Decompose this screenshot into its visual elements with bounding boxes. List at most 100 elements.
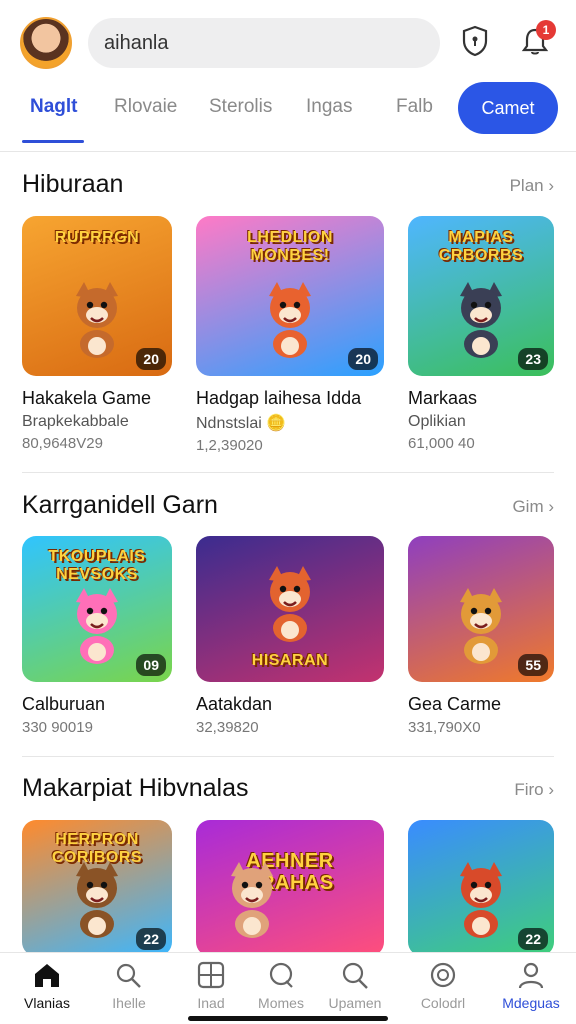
section-more-3[interactable]: Firo ›: [514, 780, 554, 800]
game-thumbnail: HISARAN: [196, 536, 384, 682]
nav-label: Ihelle: [112, 995, 146, 1011]
section-more-1[interactable]: Plan ›: [510, 176, 554, 196]
category-tabs: Naglt Rlovaie Sterolis Ingas Falb Camet: [0, 82, 576, 152]
section-title-3: Makarpiat Hibvnalas: [22, 774, 249, 802]
grid-icon: [197, 961, 225, 989]
game-card[interactable]: TKOUPLAIS NEVSOKS 09 Calburuan 330 90019: [22, 536, 172, 736]
game-count: 1,2,39020: [196, 437, 263, 454]
nav-home[interactable]: Vlanias: [6, 961, 88, 1011]
mascot-art: [446, 586, 516, 664]
app-screen: aihanla 1 Naglt Rlovaie Sterolis Ingas F…: [0, 0, 576, 1024]
game-banner: HISARAN: [251, 652, 329, 669]
mascot-art: [62, 860, 132, 938]
mascot-art: [446, 280, 516, 358]
game-title: Gea Carme: [408, 694, 502, 714]
tab-5-pill[interactable]: Camet: [458, 82, 558, 134]
bottom-navigation: Vlanias Ihelle Inad Momes Upamen Colodrl…: [0, 952, 576, 1024]
section-divider: [22, 472, 554, 473]
game-thumbnail: RUPRRGN 20: [22, 216, 172, 376]
nav-item-5[interactable]: Upamen: [314, 961, 396, 1011]
search-input[interactable]: aihanla: [88, 18, 440, 68]
tab-1[interactable]: Rlovaie: [114, 96, 177, 118]
game-banner: LHEDLION MONBES!: [247, 228, 333, 264]
mascot-art: [255, 280, 325, 358]
tab-2[interactable]: Sterolis: [209, 96, 272, 118]
mascot-art: [255, 564, 325, 642]
rating-badge: 20: [136, 348, 166, 370]
game-count: 80,9648V29: [22, 435, 103, 452]
section-title-1: Hiburaan: [22, 170, 124, 198]
game-title: Hakakela Game: [22, 388, 152, 408]
game-subtitle: Ndnstslai 🪙: [196, 415, 287, 432]
game-thumbnail: TKOUPLAIS NEVSOKS 09: [22, 536, 172, 682]
search-alt-icon: [342, 962, 368, 989]
active-tab-indicator: [22, 140, 84, 143]
notification-badge: 1: [536, 20, 556, 40]
profile-icon: [518, 962, 544, 989]
nav-label: Mdeguas: [502, 995, 560, 1011]
tab-3[interactable]: Ingas: [306, 96, 352, 118]
bell-icon[interactable]: 1: [520, 20, 556, 58]
game-title: Markaas: [408, 388, 478, 408]
rating-badge: 23: [518, 348, 548, 370]
rating-badge: 20: [348, 348, 378, 370]
game-thumbnail: LHEDLION MONBES! 20: [196, 216, 384, 376]
game-thumbnail: 22: [408, 820, 554, 956]
mascot-art: [62, 280, 132, 358]
section-divider: [22, 756, 554, 757]
game-card[interactable]: LHEDLION MONBES! 20 Hadgap laihesa Idda …: [196, 216, 384, 454]
nav-item-2[interactable]: Ihelle: [88, 961, 170, 1011]
game-card[interactable]: HERPRON CORIBORS 22: [22, 820, 172, 956]
nav-item-7[interactable]: Mdeguas: [490, 961, 572, 1011]
game-title: Aatakdan: [196, 694, 273, 714]
game-title: Calburuan: [22, 694, 106, 714]
shield-icon[interactable]: [460, 24, 490, 58]
game-banner: RUPRRGN: [54, 228, 140, 246]
tab-5-label: Camet: [481, 97, 535, 118]
game-banner: TKOUPLAIS NEVSOKS: [48, 547, 146, 583]
home-indicator: [188, 1016, 388, 1021]
game-thumbnail: MAPIAS CRBORBS 23: [408, 216, 554, 376]
game-card[interactable]: 55 Gea Carme 331,790X0: [408, 536, 554, 736]
mascot-art: [446, 860, 516, 938]
game-card[interactable]: HISARAN Aatakdan 32,39820: [196, 536, 384, 736]
top-header: aihanla 1: [20, 14, 556, 72]
user-avatar[interactable]: [20, 17, 72, 69]
game-count: 32,39820: [196, 719, 259, 736]
section-more-2[interactable]: Gim ›: [512, 497, 554, 517]
game-subtitle: Oplikian: [408, 413, 466, 430]
search-icon: [269, 962, 293, 988]
game-thumbnail: 55: [408, 536, 554, 682]
game-count: 61,000 40: [408, 435, 475, 452]
game-card[interactable]: RUPRRGN 20 Hakakela Game Brapkekabbale 8…: [22, 216, 172, 452]
mascot-art: [217, 860, 287, 938]
rating-badge: 09: [136, 654, 166, 676]
nav-label: Vlanias: [24, 995, 70, 1011]
game-card[interactable]: MAPIAS CRBORBS 23 Markaas Oplikian 61,00…: [408, 216, 554, 452]
game-title: Hadgap laihesa Idda: [196, 388, 362, 408]
game-count: 331,790X0: [408, 719, 481, 736]
nav-label: Upamen: [328, 995, 382, 1011]
game-thumbnail: AEHNER SRAHAS: [196, 820, 384, 956]
game-subtitle: Brapkekabbale: [22, 413, 129, 430]
nav-item-6[interactable]: Colodrl: [402, 961, 484, 1011]
game-banner: MAPIAS CRBORBS: [438, 228, 524, 264]
search-person-icon: [116, 963, 141, 988]
game-card[interactable]: AEHNER SRAHAS: [196, 820, 384, 956]
search-input-value: aihanla: [104, 31, 169, 54]
nav-label: Momes: [258, 995, 304, 1011]
tab-4[interactable]: Falb: [396, 96, 433, 118]
rating-badge: 22: [518, 928, 548, 950]
controller-icon: [430, 962, 456, 988]
section-title-2: Karrganidell Garn: [22, 491, 218, 519]
game-card[interactable]: 22: [408, 820, 554, 956]
tab-0[interactable]: Naglt: [30, 96, 78, 118]
home-icon: [35, 964, 59, 987]
rating-badge: 55: [518, 654, 548, 676]
game-thumbnail: HERPRON CORIBORS 22: [22, 820, 172, 956]
mascot-art: [62, 586, 132, 664]
rating-badge: 22: [136, 928, 166, 950]
nav-label: Colodrl: [420, 995, 466, 1011]
game-count: 330 90019: [22, 719, 93, 736]
nav-item-4[interactable]: Momes: [240, 961, 322, 1011]
